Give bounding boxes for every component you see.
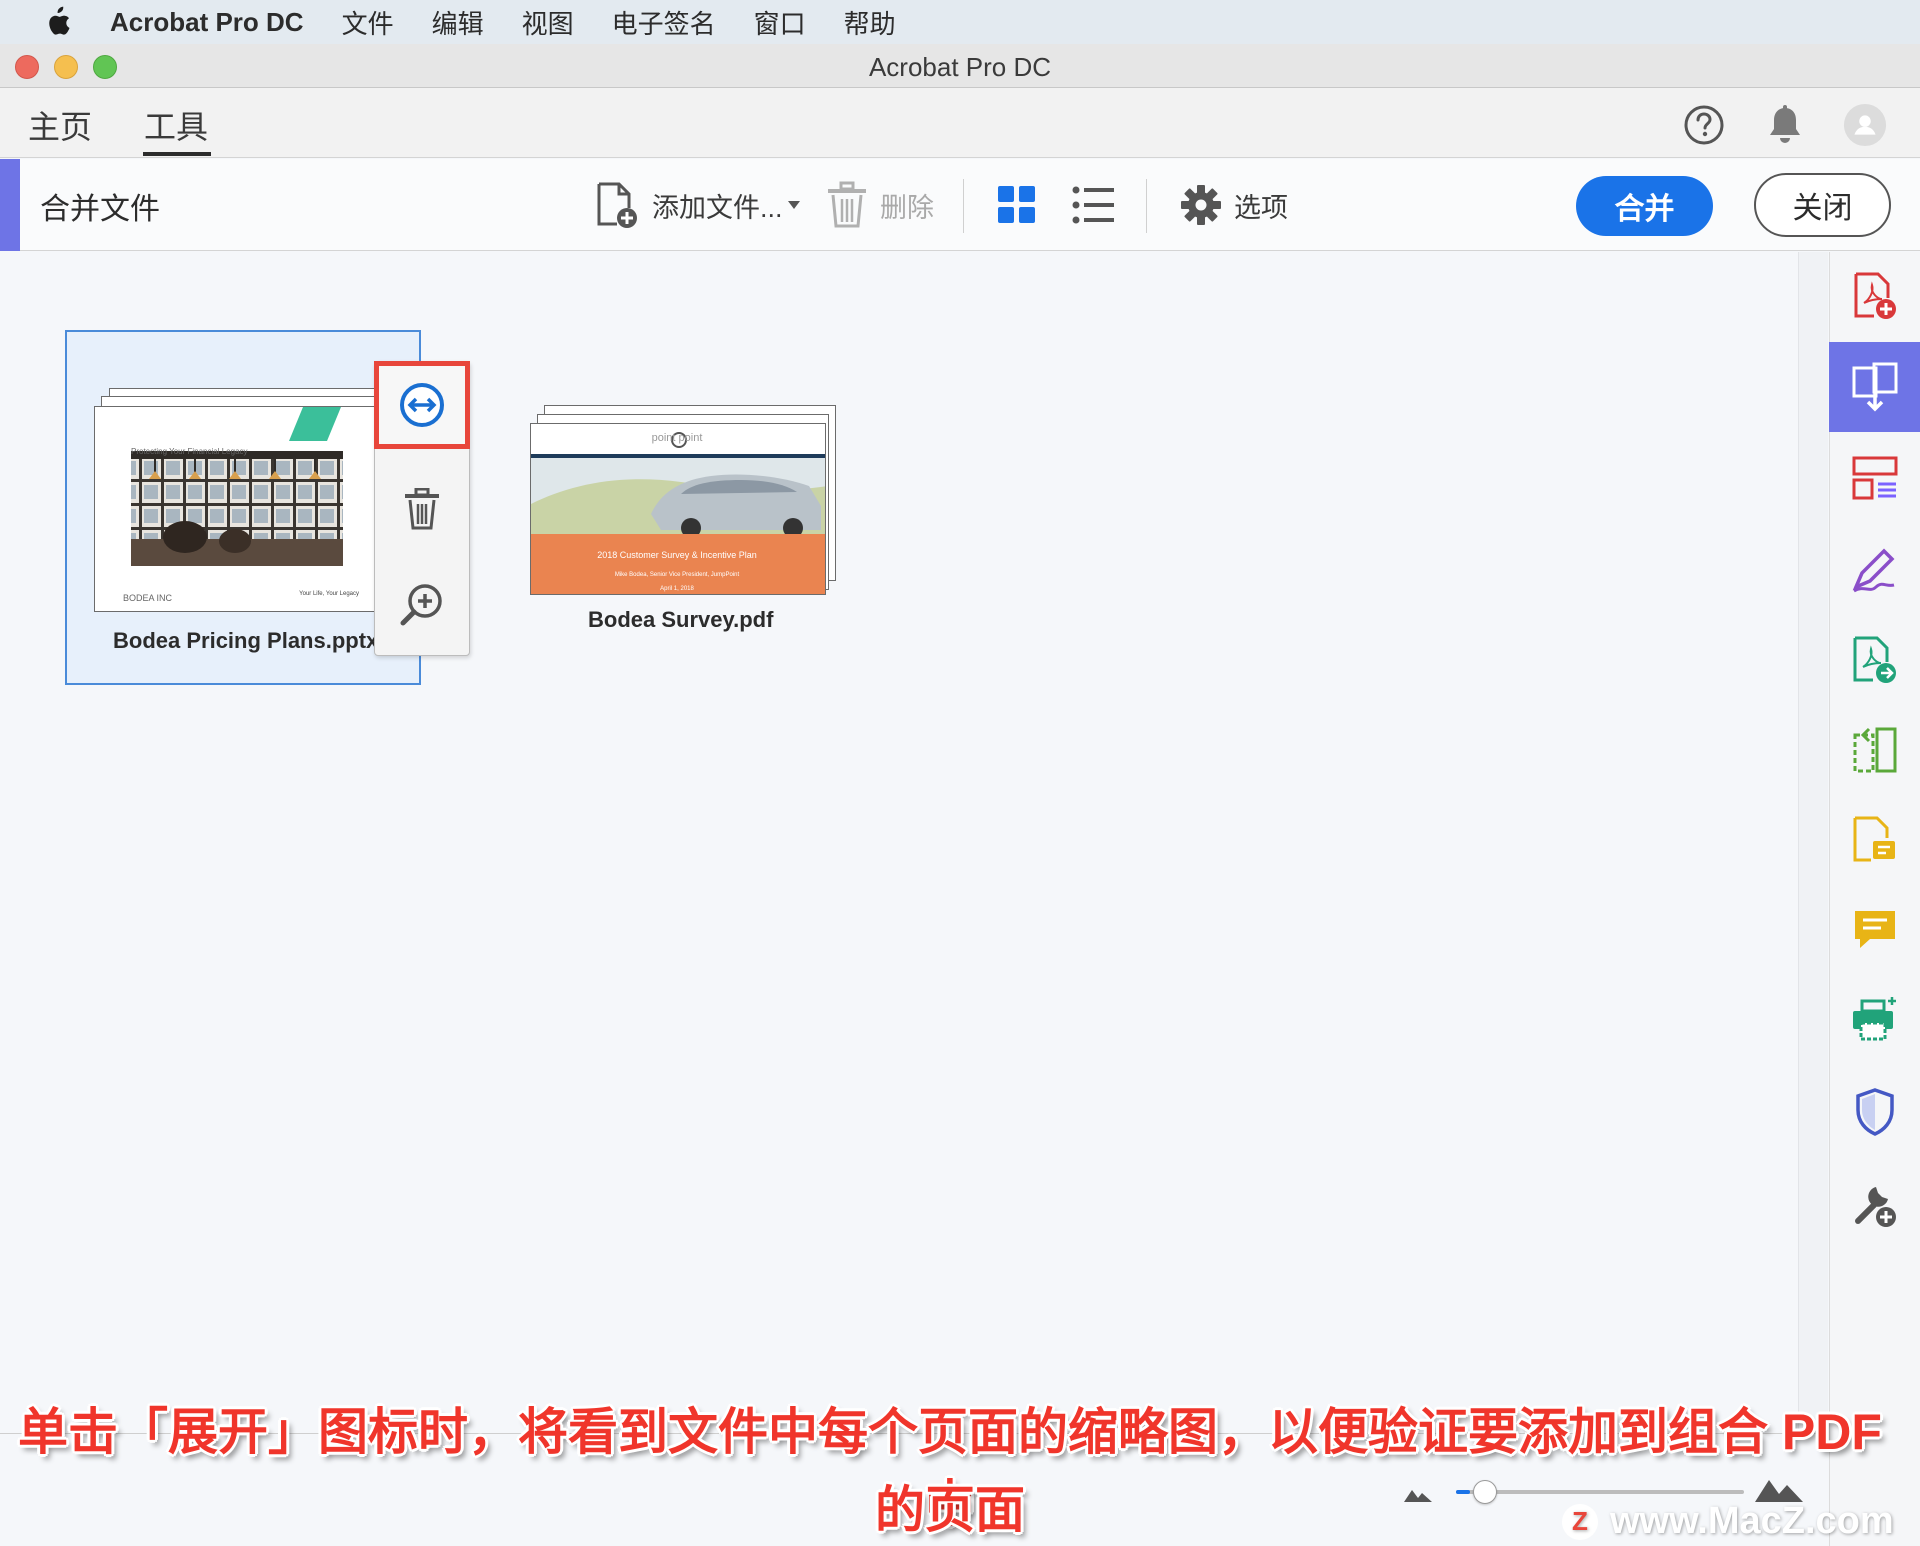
remove-file-button[interactable]	[374, 474, 470, 544]
toolbar-title: 合并文件	[40, 193, 160, 226]
help-icon[interactable]	[1682, 103, 1726, 147]
caret-down-icon	[787, 201, 800, 209]
slide-thumbnail: Protecting Your Financial Legacy BODEA I…	[94, 406, 384, 612]
expand-icon	[400, 383, 444, 427]
slide-image	[131, 407, 343, 566]
watermark-text: www.MacZ.com	[1610, 1500, 1894, 1542]
expand-pages-button[interactable]	[374, 361, 470, 449]
pdf-thumbnail: point point 2018 Customer Survey & Incen…	[530, 423, 826, 595]
file-name: Bodea Survey.pdf	[588, 607, 774, 632]
menu-esign[interactable]: 电子签名	[612, 4, 716, 41]
delete-label: 删除	[880, 192, 934, 223]
title-bar: Acrobat Pro DC	[0, 44, 1920, 88]
zoom-in-icon	[400, 584, 442, 626]
delete-button[interactable]: 删除	[826, 179, 934, 231]
add-file-icon	[597, 182, 637, 228]
active-tab-indicator	[143, 152, 211, 156]
options-label: 选项	[1234, 192, 1288, 223]
pdf-cover-image	[531, 424, 825, 594]
pdf-cover-title: 2018 Customer Survey & Incentive Plan	[597, 550, 757, 560]
add-files-label: 添加文件...	[652, 192, 783, 223]
watermark: Z www.MacZ.com	[1562, 1500, 1894, 1543]
comment-icon[interactable]	[1829, 888, 1920, 972]
slide-title: Protecting Your Financial Legacy	[131, 447, 248, 456]
toolbar-separator	[963, 179, 964, 233]
combine-files-icon[interactable]	[1829, 342, 1920, 432]
window-title: Acrobat Pro DC	[868, 52, 1052, 82]
options-button[interactable]: 选项	[1180, 179, 1288, 231]
pdf-brand: point point	[651, 432, 703, 444]
toolbar-separator	[1146, 179, 1147, 233]
export-pdf-icon[interactable]	[1829, 618, 1920, 702]
menu-edit[interactable]: 编辑	[432, 4, 484, 41]
trash-icon	[405, 488, 439, 530]
file-name: Bodea Pricing Plans.pptx	[113, 628, 379, 653]
list-view-icon	[1072, 186, 1114, 224]
slide-tagline: Your Life, Your Legacy	[299, 591, 359, 597]
avatar-icon[interactable]	[1843, 103, 1887, 147]
toolbar-accent	[0, 159, 20, 251]
apple-icon[interactable]	[38, 3, 76, 41]
print-production-icon[interactable]	[1829, 978, 1920, 1062]
nav-row: 主页 工具	[0, 88, 1920, 158]
merge-button[interactable]: 合并	[1576, 176, 1713, 236]
menu-bar: Acrobat Pro DC 文件 编辑 视图 电子签名 窗口 帮助	[0, 0, 1920, 44]
add-files-button[interactable]: 添加文件...	[594, 179, 801, 231]
more-tools-icon[interactable]	[1829, 1162, 1920, 1246]
scrollbar[interactable]	[1798, 252, 1828, 1432]
menu-app-name[interactable]: Acrobat Pro DC	[110, 7, 304, 38]
bell-icon[interactable]	[1763, 103, 1807, 147]
create-pdf-icon[interactable]	[1829, 254, 1920, 338]
slide-logo: BODEA INC	[123, 593, 173, 603]
menu-window[interactable]: 窗口	[754, 4, 806, 41]
menu-help[interactable]: 帮助	[844, 4, 896, 41]
pdf-cover-date: April 1, 2018	[660, 586, 694, 592]
edit-pdf-icon[interactable]	[1829, 798, 1920, 882]
protect-icon[interactable]	[1829, 1070, 1920, 1154]
tab-tools[interactable]: 工具	[144, 102, 208, 148]
list-view-button[interactable]	[1072, 179, 1114, 231]
compress-icon[interactable]	[1829, 708, 1920, 792]
zoom-file-button[interactable]	[374, 570, 470, 640]
menu-view[interactable]: 视图	[522, 4, 574, 41]
pdf-cover-subtitle: Mike Bodea, Senior Vice President, JumpP…	[614, 572, 740, 578]
menu-file[interactable]: 文件	[342, 4, 394, 41]
fill-sign-icon[interactable]	[1829, 528, 1920, 612]
organize-pages-icon[interactable]	[1829, 436, 1920, 520]
tab-home[interactable]: 主页	[28, 102, 92, 148]
grid-view-icon	[998, 186, 1035, 223]
watermark-logo: Z	[1562, 1503, 1598, 1540]
trash-icon	[828, 181, 866, 228]
file-card-pptx[interactable]: Protecting Your Financial Legacy BODEA I…	[65, 330, 421, 685]
grid-view-button[interactable]	[998, 179, 1036, 231]
gear-icon	[1181, 185, 1221, 225]
close-button[interactable]: 关闭	[1754, 173, 1891, 237]
